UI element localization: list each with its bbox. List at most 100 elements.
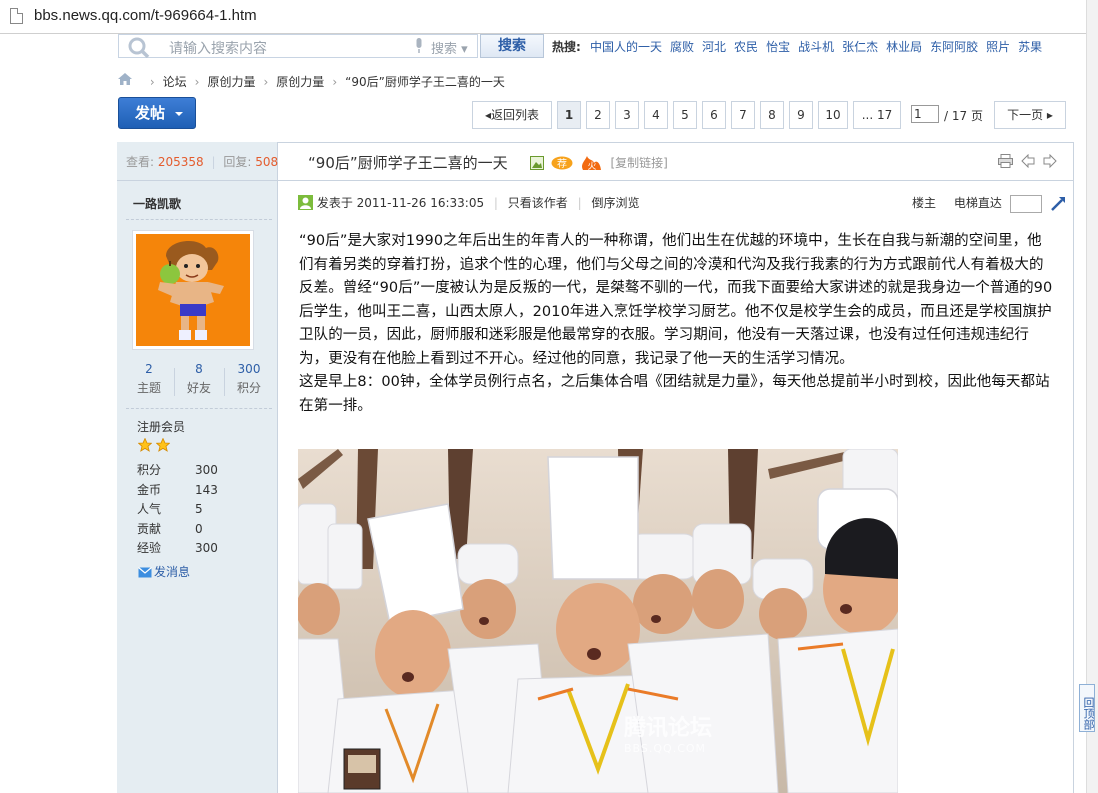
hot-search-item[interactable]: 照片 xyxy=(986,40,1010,54)
hot-search-item[interactable]: 张仁杰 xyxy=(842,40,878,54)
page-button[interactable]: 1 xyxy=(557,101,581,129)
count-主题[interactable]: 2 主题 xyxy=(126,362,172,396)
page-button-label: 7 xyxy=(739,108,747,122)
author-counts: 2 主题 8 好友 300 积分 xyxy=(126,362,272,402)
author-attributes: 积分 300 金币 143 人气 5 贡献 0 经验 300 xyxy=(137,461,257,559)
back-to-list-button-label: 返回列表 xyxy=(491,108,540,122)
online-user-icon xyxy=(298,195,313,210)
post-time: 发表于 2011-11-26 16:33:05 xyxy=(316,196,485,210)
avatar-image xyxy=(136,234,250,346)
page-button-label: 9 xyxy=(797,108,805,122)
breadcrumb-item[interactable]: 原创力量 xyxy=(207,73,255,90)
count-label: 好友 xyxy=(186,381,211,395)
author-name[interactable]: 一路凯歌 xyxy=(133,195,181,212)
page-number-input[interactable]: 1 xyxy=(911,105,939,123)
new-post-button[interactable]: 发帖 xyxy=(118,97,196,129)
only-author-link[interactable]: 只看该作者 xyxy=(508,196,568,210)
divider xyxy=(126,408,272,409)
page-button[interactable]: ... 17 xyxy=(853,101,901,129)
page-button[interactable]: 6 xyxy=(702,101,726,129)
floor-label: 楼主 xyxy=(912,196,937,210)
back-to-list-button[interactable]: ◂返回列表 xyxy=(472,101,552,129)
thread-tools xyxy=(998,153,1057,171)
page-button-label: 1 xyxy=(564,108,574,122)
page-button[interactable]: 9 xyxy=(789,101,813,129)
count-value: 8 xyxy=(195,362,203,376)
page-icon xyxy=(10,8,23,24)
avatar[interactable] xyxy=(132,230,254,350)
arrow-right-icon: ▸ xyxy=(1043,108,1053,122)
breadcrumb-separator-icon: › xyxy=(149,74,155,89)
next-page-button[interactable]: 下一页 ▸ xyxy=(994,101,1066,129)
prev-thread-icon[interactable] xyxy=(1021,153,1035,169)
page-button-label: 3 xyxy=(623,108,631,122)
post-paragraph: “90后”是大家对1990之年后出生的年青人的一种称谓，他们出生在优越的环境中，… xyxy=(299,233,1053,367)
page-button[interactable]: 3 xyxy=(615,101,639,129)
next-thread-icon[interactable] xyxy=(1043,153,1057,169)
attribute-value: 143 xyxy=(195,482,218,497)
back-to-top-button[interactable]: 回顶部 xyxy=(1079,684,1095,732)
attribute-value: 0 xyxy=(195,521,203,536)
hot-search-item[interactable]: 东阿阿胶 xyxy=(930,40,978,54)
floor-tools: 楼主 电梯直达 xyxy=(912,194,1066,213)
page-button-label: 2 xyxy=(594,108,602,122)
search-type-select[interactable]: 搜索 ▾ xyxy=(431,38,468,57)
recommend-badge-icon: 荐 xyxy=(551,156,573,170)
hot-search-item[interactable]: 苏果 xyxy=(1018,40,1042,54)
attribute-key: 人气 xyxy=(137,502,162,516)
user-group: 注册会员 xyxy=(137,420,186,434)
page-button-label: 6 xyxy=(710,108,718,122)
attribute-row: 经验 300 xyxy=(137,539,257,559)
post-photo[interactable] xyxy=(298,449,898,793)
hot-search-item[interactable]: 河北 xyxy=(702,40,726,54)
svg-text:火: 火 xyxy=(587,161,596,171)
count-积分[interactable]: 300 积分 xyxy=(226,362,272,396)
count-label: 积分 xyxy=(236,381,261,395)
page-button[interactable]: 5 xyxy=(673,101,697,129)
count-好友[interactable]: 8 好友 xyxy=(176,362,222,396)
attribute-key: 积分 xyxy=(137,463,162,477)
hot-search-item[interactable]: 农民 xyxy=(734,40,758,54)
page-button-label: 8 xyxy=(768,108,776,122)
reverse-order-link[interactable]: 倒序浏览 xyxy=(592,196,640,210)
count-divider xyxy=(224,368,225,396)
microphone-icon[interactable] xyxy=(415,38,423,54)
title-badges: 荐 火 [复制链接] xyxy=(530,154,668,171)
image-attachment-icon xyxy=(530,155,544,170)
copy-link-button[interactable]: [复制链接] xyxy=(610,156,667,170)
hot-search-item[interactable]: 腐败 xyxy=(670,40,694,54)
page-button[interactable]: 8 xyxy=(760,101,784,129)
breadcrumb-item[interactable]: 原创力量 xyxy=(276,73,324,90)
attribute-value: 5 xyxy=(195,502,203,516)
rank-stars xyxy=(137,437,171,455)
count-divider xyxy=(174,368,175,396)
breadcrumb-separator-icon: › xyxy=(194,74,200,89)
search-input-box[interactable]: 请输入搜索内容 搜索 ▾ xyxy=(118,34,478,58)
hot-search-item[interactable]: 怡宝 xyxy=(766,40,790,54)
search-placeholder[interactable]: 请输入搜索内容 xyxy=(169,38,267,58)
count-value: 300 xyxy=(237,362,261,376)
star-icon xyxy=(137,437,153,452)
hot-search-item[interactable]: 林业局 xyxy=(886,40,922,54)
breadcrumb-item[interactable]: 论坛 xyxy=(163,73,187,90)
url-text[interactable]: bbs.news.qq.com/t-969664-1.htm xyxy=(34,7,257,24)
browser-address-bar[interactable]: bbs.news.qq.com/t-969664-1.htm xyxy=(0,0,1098,34)
search-button[interactable]: 搜索 xyxy=(480,34,544,58)
floor-input[interactable] xyxy=(1009,194,1042,213)
hot-search-item[interactable]: 中国人的一天 xyxy=(590,40,662,54)
page-button[interactable]: 4 xyxy=(644,101,668,129)
page-button[interactable]: 10 xyxy=(818,101,848,129)
page-button[interactable]: 7 xyxy=(731,101,755,129)
hot-search-item[interactable]: 战斗机 xyxy=(798,40,834,54)
send-message-link[interactable]: 发消息 xyxy=(138,563,190,580)
home-icon[interactable] xyxy=(118,73,132,85)
print-icon[interactable] xyxy=(998,154,1013,168)
go-floor-icon[interactable] xyxy=(1050,196,1066,212)
attribute-key: 金币 xyxy=(137,482,162,497)
page-button-label: 4 xyxy=(652,108,660,122)
breadcrumb-separator-icon: › xyxy=(332,74,338,89)
page-button[interactable]: 2 xyxy=(586,101,610,129)
thread-stats: 查看: 205358 | 回复: 508 xyxy=(126,155,279,169)
page-button-label: 5 xyxy=(681,108,689,122)
total-pages-label: / 17 页 xyxy=(944,109,983,123)
